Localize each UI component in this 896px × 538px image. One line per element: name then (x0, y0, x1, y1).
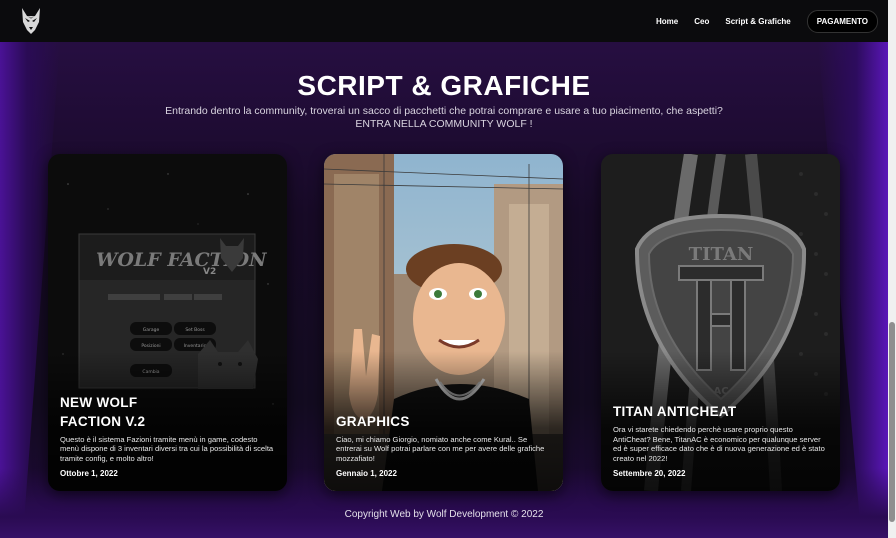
navbar: Home Ceo Script & Grafiche PAGAMENTO (0, 0, 888, 42)
card-title-line-1: TITAN ANTICHEAT (613, 404, 737, 420)
nav-link-ceo[interactable]: Ceo (694, 17, 709, 26)
art-button-set-boss: Set Boss (185, 327, 205, 333)
wolf-faction-logo-version: V2 (203, 267, 216, 277)
titan-shield-text: TITAN (689, 244, 754, 265)
card-description: Questo è il sistema Fazioni tramite menù… (60, 434, 274, 463)
card-graphics[interactable]: GRAPHICS Ciao, mi chiamo Giorgio, nomiat… (324, 154, 563, 491)
card-titan-anticheat[interactable]: TITAN AC TITAN ANTICHEAT Ora vi starete … (601, 154, 840, 491)
card-title: TITAN ANTICHEAT (613, 402, 828, 421)
page-subtitle: Entrando dentro la community, troverai u… (0, 105, 888, 131)
art-button-garage: Garage (143, 327, 160, 333)
page-scrollbar[interactable] (888, 0, 896, 538)
card-date: Gennaio 1, 2022 (336, 469, 397, 478)
wolf-head-icon[interactable] (20, 6, 42, 36)
footer-copyright: Copyright Web by Wolf Development © 2022 (344, 509, 544, 520)
scrollbar-thumb[interactable] (889, 322, 895, 522)
subtitle-line-2: ENTRA NELLA COMMUNITY WOLF ! (355, 118, 533, 130)
pagamento-button[interactable]: PAGAMENTO (806, 9, 878, 33)
card-body: TITAN ANTICHEAT Ora vi starete chiedendo… (613, 402, 828, 478)
card-description: Ciao, mi chiamo Giorgio, nomiato anche c… (336, 434, 545, 463)
nav-links: Home Ceo Script & Grafiche PAGAMENTO (656, 0, 878, 42)
card-date: Settembre 20, 2022 (613, 469, 686, 478)
card-title-line-2: FACTION V.2 (60, 413, 146, 429)
subtitle-line-1: Entrando dentro la community, troverai u… (165, 105, 723, 117)
card-title: NEW WOLF FACTION V.2 (60, 393, 275, 431)
art-button-posizioni: Posizioni (141, 343, 160, 349)
card-title: GRAPHICS (336, 412, 551, 431)
card-body: NEW WOLF FACTION V.2 Questo è il sistema… (60, 393, 275, 478)
nav-link-script-grafiche[interactable]: Script & Grafiche (725, 17, 790, 26)
card-title-line-1: NEW WOLF (60, 394, 138, 410)
card-description: Ora vi starete chiedendo perchè usare pr… (613, 425, 825, 463)
page-title: SCRIPT & GRAFICHE (297, 70, 591, 101)
nav-link-home[interactable]: Home (656, 17, 678, 26)
card-title-line-1: GRAPHICS (336, 413, 410, 429)
card-date: Ottobre 1, 2022 (60, 469, 118, 478)
card-body: GRAPHICS Ciao, mi chiamo Giorgio, nomiat… (336, 412, 551, 478)
card-wolf-faction[interactable]: WOLF FACTION V2 Garage Set Boss Posizion… (48, 154, 287, 491)
